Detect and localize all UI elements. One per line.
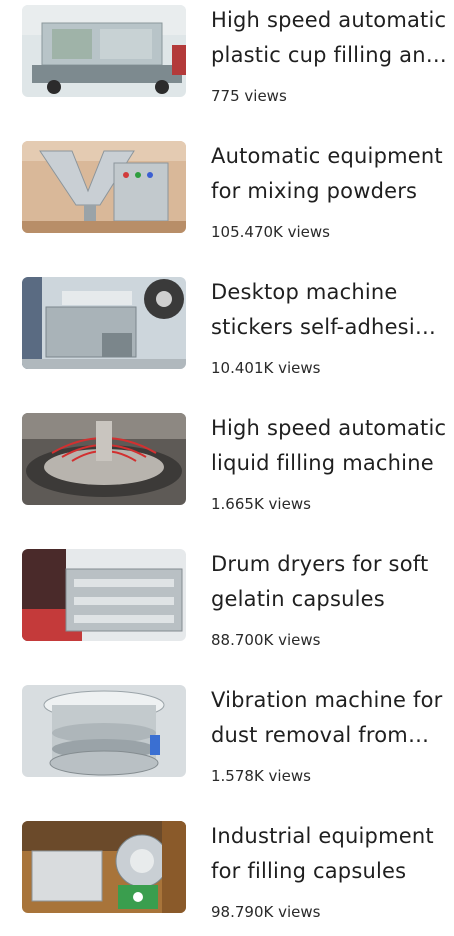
view-count: 10.401K views bbox=[211, 359, 321, 377]
machine-thumbnail-image bbox=[22, 685, 186, 777]
view-count: 98.790K views bbox=[211, 903, 321, 921]
view-count: 105.470K views bbox=[211, 223, 330, 241]
video-thumbnail[interactable] bbox=[22, 821, 186, 913]
machine-thumbnail-image bbox=[22, 277, 186, 369]
video-list-item[interactable]: Drum dryers for soft gelatin capsules 88… bbox=[0, 544, 454, 664]
video-title[interactable]: Drum dryers for soft gelatin capsules bbox=[211, 547, 447, 621]
video-title[interactable]: Vibration machine for dust removal from … bbox=[211, 683, 447, 757]
video-thumbnail[interactable] bbox=[22, 549, 186, 641]
video-thumbnail[interactable] bbox=[22, 277, 186, 369]
view-count: 775 views bbox=[211, 87, 287, 105]
machine-thumbnail-image bbox=[22, 413, 186, 505]
video-title[interactable]: High speed automatic liquid filling mach… bbox=[211, 411, 447, 485]
machine-thumbnail-image bbox=[22, 549, 186, 641]
video-list-item[interactable]: High speed automatic plastic cup filling… bbox=[0, 0, 454, 120]
video-thumbnail[interactable] bbox=[22, 685, 186, 777]
video-list-item[interactable]: Desktop machine stickers self-adhesive l… bbox=[0, 272, 454, 392]
machine-thumbnail-image bbox=[22, 141, 186, 233]
video-title[interactable]: High speed automatic plastic cup filling… bbox=[211, 3, 447, 77]
video-title[interactable]: Automatic equipment for mixing powders bbox=[211, 139, 447, 213]
view-count: 1.665K views bbox=[211, 495, 311, 513]
video-list-item[interactable]: Industrial equipment for filling capsule… bbox=[0, 816, 454, 936]
view-count: 1.578K views bbox=[211, 767, 311, 785]
machine-thumbnail-image bbox=[22, 5, 186, 97]
video-title[interactable]: Industrial equipment for filling capsule… bbox=[211, 819, 447, 893]
video-thumbnail[interactable] bbox=[22, 413, 186, 505]
video-list: High speed automatic plastic cup filling… bbox=[0, 0, 454, 925]
machine-thumbnail-image bbox=[22, 821, 186, 913]
video-list-item[interactable]: Automatic equipment for mixing powders 1… bbox=[0, 136, 454, 256]
video-list-item[interactable]: High speed automatic liquid filling mach… bbox=[0, 408, 454, 528]
video-title[interactable]: Desktop machine stickers self-adhesive l… bbox=[211, 275, 447, 349]
video-list-item[interactable]: Vibration machine for dust removal from … bbox=[0, 680, 454, 800]
video-thumbnail[interactable] bbox=[22, 5, 186, 97]
view-count: 88.700K views bbox=[211, 631, 321, 649]
video-thumbnail[interactable] bbox=[22, 141, 186, 233]
